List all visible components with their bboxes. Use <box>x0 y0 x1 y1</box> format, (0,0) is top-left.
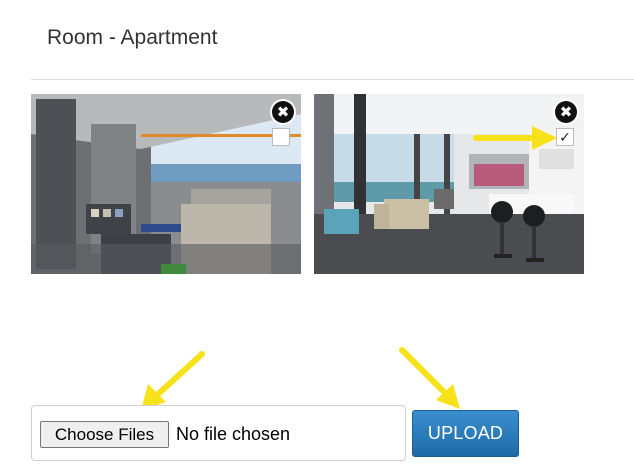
file-input-field[interactable]: Choose Files No file chosen <box>31 405 406 461</box>
room-image-2: ✖ ✓ <box>314 94 584 274</box>
divider <box>31 79 634 80</box>
upload-button[interactable]: UPLOAD <box>412 410 519 457</box>
file-status-text: No file chosen <box>176 424 291 444</box>
annotation-arrow-checkbox <box>473 126 557 150</box>
annotation-arrow-choose-files <box>141 351 205 410</box>
balcony-photo <box>31 94 301 274</box>
living-room-photo <box>314 94 584 274</box>
annotation-arrow-upload <box>399 347 460 409</box>
select-image-1-checkbox[interactable] <box>272 128 290 146</box>
choose-files-button[interactable]: Choose Files <box>40 421 169 448</box>
delete-image-1-button[interactable]: ✖ <box>272 101 294 123</box>
page-title: Room - Apartment <box>47 26 218 49</box>
delete-image-2-button[interactable]: ✖ <box>555 101 577 123</box>
room-image-1: ✖ <box>31 94 301 274</box>
